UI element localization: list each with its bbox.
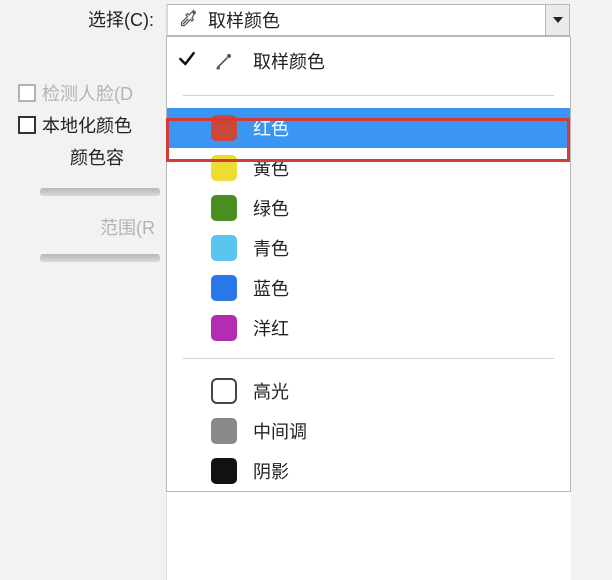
dropdown-item-label: 绿色 xyxy=(253,195,289,221)
dropdown-separator xyxy=(183,358,554,359)
dropdown-item-red[interactable]: 红色 xyxy=(167,108,570,148)
dropdown-item-blue[interactable]: 蓝色 xyxy=(167,268,570,308)
swatch-blue xyxy=(211,275,237,301)
chevron-down-icon xyxy=(552,10,564,31)
swatch-midtones xyxy=(211,418,237,444)
localize-color-checkbox[interactable] xyxy=(18,116,36,134)
detect-faces-label: 检测人脸(D xyxy=(42,80,133,106)
dropdown-item-label: 洋红 xyxy=(253,315,289,341)
dropdown-item-label: 阴影 xyxy=(253,458,289,484)
dropdown-item-label: 蓝色 xyxy=(253,275,289,301)
dropdown-item-shadows[interactable]: 阴影 xyxy=(167,451,570,491)
eyedropper-icon xyxy=(180,9,198,32)
dropdown-item-midtones[interactable]: 中间调 xyxy=(167,411,570,451)
swatch-cyan xyxy=(211,235,237,261)
dropdown-item-green[interactable]: 绿色 xyxy=(167,188,570,228)
eyedropper-icon xyxy=(211,48,237,74)
dropdown-item-label: 红色 xyxy=(253,115,289,141)
dropdown-item-label: 高光 xyxy=(253,378,289,404)
swatch-shadows xyxy=(211,458,237,484)
dropdown-item-magenta[interactable]: 洋红 xyxy=(167,308,570,348)
swatch-yellow xyxy=(211,155,237,181)
select-current-value: 取样颜色 xyxy=(208,7,280,33)
swatch-red xyxy=(211,115,237,141)
select-arrow-button[interactable] xyxy=(545,5,569,35)
dropdown-item-label: 取样颜色 xyxy=(253,48,325,74)
dropdown-item-label: 青色 xyxy=(253,235,289,261)
checkmark-icon xyxy=(177,49,197,74)
select-combobox[interactable]: 取样颜色 xyxy=(166,4,570,36)
dropdown-item-label: 黄色 xyxy=(253,155,289,181)
color-tolerance-slider[interactable] xyxy=(40,188,160,196)
select-dropdown: 取样颜色 红色 黄色 绿色 青色 蓝色 洋红 高光 xyxy=(166,36,571,492)
swatch-highlights xyxy=(211,378,237,404)
swatch-magenta xyxy=(211,315,237,341)
dropdown-item-highlights[interactable]: 高光 xyxy=(167,371,570,411)
localize-color-label: 本地化颜色 xyxy=(42,112,132,138)
color-range-panel: 选择(C): 取样颜色 检测人脸(D 本地化颜色 颜色容 范围(R xyxy=(0,0,612,280)
swatch-green xyxy=(211,195,237,221)
range-slider[interactable] xyxy=(40,254,160,262)
dropdown-item-label: 中间调 xyxy=(253,418,307,444)
detect-faces-checkbox[interactable] xyxy=(18,84,36,102)
dropdown-separator xyxy=(183,95,554,96)
dropdown-item-cyan[interactable]: 青色 xyxy=(167,228,570,268)
select-label: 选择(C): xyxy=(0,6,160,32)
dropdown-item-yellow[interactable]: 黄色 xyxy=(167,148,570,188)
dropdown-item-sample-color[interactable]: 取样颜色 xyxy=(167,37,570,85)
